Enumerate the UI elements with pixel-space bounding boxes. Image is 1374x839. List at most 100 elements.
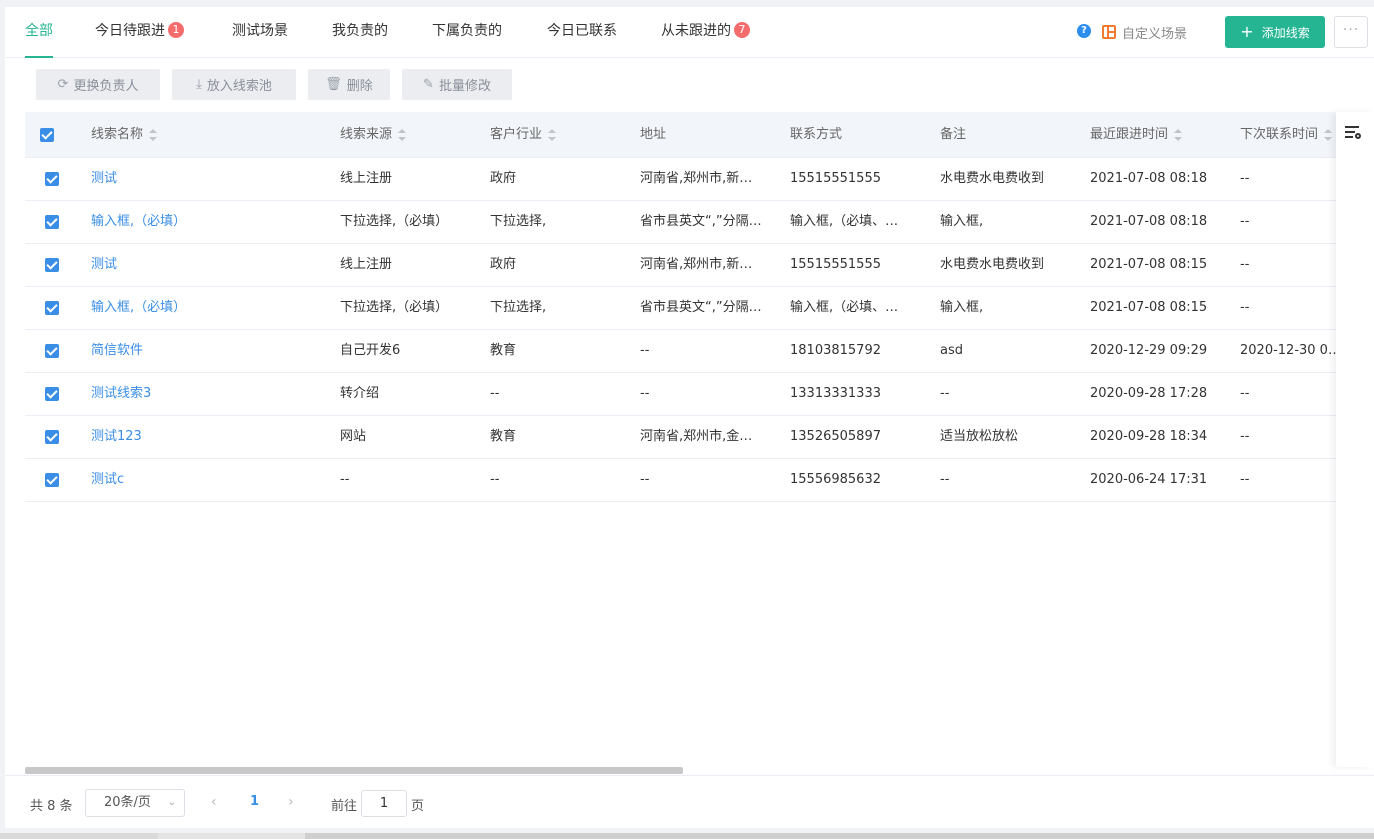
table-row[interactable]: 测试 线上注册 政府 河南省,郑州市,新… 15515551555 水电费水电费收到 202… xyxy=(25,158,1343,201)
custom-scene-button[interactable]: 自定义场景 xyxy=(1102,22,1187,42)
column-header-contact: 联系方式 xyxy=(790,127,843,142)
row-checkbox[interactable] xyxy=(45,430,59,444)
goto-page-input[interactable] xyxy=(361,790,407,817)
cell-name[interactable]: 测试 xyxy=(91,244,331,286)
help-icon[interactable]: ? xyxy=(1077,24,1091,38)
cell-remark: 水电费水电费收到 xyxy=(940,171,1045,186)
row-checkbox[interactable] xyxy=(45,473,59,487)
goto-suffix: 页 xyxy=(411,799,425,814)
tab-subordinate[interactable]: 下属负责的 xyxy=(432,7,502,58)
cell-name[interactable]: 测试c xyxy=(91,459,331,501)
tab-label: 全部 xyxy=(25,23,53,39)
cell-remark: asd xyxy=(940,343,963,358)
sort-icon[interactable] xyxy=(1324,128,1333,141)
column-header-next-contact[interactable]: 下次联系时间 xyxy=(1240,112,1343,158)
cell-remark: -- xyxy=(940,472,950,487)
table-header: 线索名称 线索来源 客户行业 地址 联系方式 备注 最近跟进时间 下次联系时间 xyxy=(25,112,1343,158)
tab-never-followed[interactable]: 从未跟进的 7 xyxy=(661,7,750,58)
plus-icon: + xyxy=(1240,22,1254,41)
sort-icon[interactable] xyxy=(1174,128,1183,141)
tab-all[interactable]: 全部 xyxy=(25,7,53,58)
cell-next-contact: -- xyxy=(1240,171,1250,186)
tab-contacted-today[interactable]: 今日已联系 xyxy=(547,7,617,58)
add-lead-button[interactable]: + 添加线索 xyxy=(1225,16,1325,48)
sort-icon[interactable] xyxy=(149,128,158,141)
column-settings-icon[interactable] xyxy=(1344,125,1362,141)
cell-source: 线上注册 xyxy=(340,257,393,272)
scrollbar-thumb[interactable] xyxy=(305,833,1374,839)
column-header-source[interactable]: 线索来源 xyxy=(340,112,480,158)
more-options-button[interactable]: ··· xyxy=(1334,16,1368,48)
row-checkbox[interactable] xyxy=(45,258,59,272)
page-number-1[interactable]: 1 xyxy=(250,794,259,809)
total-count: 共 8 条 xyxy=(30,799,73,814)
table-row[interactable]: 测试123 网站 教育 河南省,郑州市,金… 13526505897 适当放松放松 2020… xyxy=(25,416,1343,459)
column-header-last-followup[interactable]: 最近跟进时间 xyxy=(1090,112,1230,158)
window-scrollbar[interactable] xyxy=(0,833,1374,839)
table-row[interactable]: 输入框,（必填） 下拉选择,（必填） 下拉选择, 省市县英文“,”分隔… 输入框,（必填… xyxy=(25,287,1343,330)
row-checkbox[interactable] xyxy=(45,172,59,186)
column-header-industry[interactable]: 客户行业 xyxy=(490,112,630,158)
tab-underline xyxy=(25,56,53,58)
cell-source: 自己开发6 xyxy=(340,343,401,358)
chevron-down-icon: ⌄ xyxy=(167,797,176,808)
put-into-pool-label: 放入线索池 xyxy=(206,79,272,94)
cell-industry: 下拉选择, xyxy=(490,300,547,315)
cell-next-contact: -- xyxy=(1240,386,1250,401)
next-page-button[interactable]: › xyxy=(288,794,294,810)
cell-remark: 水电费水电费收到 xyxy=(940,257,1045,272)
cell-next-contact: -- xyxy=(1240,214,1250,229)
page-size-select[interactable]: 20条/页 ⌄ xyxy=(85,789,185,817)
tab-my-responsible[interactable]: 我负责的 xyxy=(332,7,388,58)
cell-last-followup: 2021-07-08 08:15 xyxy=(1090,257,1208,272)
page-size-value: 20条/页 xyxy=(104,795,151,810)
cell-name[interactable]: 测试线索3 xyxy=(91,373,331,415)
prev-page-button[interactable]: ‹ xyxy=(211,794,217,810)
add-lead-label: 添加线索 xyxy=(1261,25,1310,40)
select-all-checkbox[interactable] xyxy=(40,128,54,142)
table-row[interactable]: 测试 线上注册 政府 河南省,郑州市,新… 15515551555 水电费水电费收到 202… xyxy=(25,244,1343,287)
tab-label: 下属负责的 xyxy=(432,23,502,39)
table-row[interactable]: 简信软件 自己开发6 教育 -- 18103815792 asd 2020-12-29 09… xyxy=(25,330,1343,373)
delete-button[interactable]: 🗑 删除 xyxy=(308,69,390,100)
horizontal-scrollbar[interactable] xyxy=(25,767,683,774)
change-owner-label: 更换负责人 xyxy=(73,79,139,94)
cell-last-followup: 2020-09-28 17:28 xyxy=(1090,386,1208,401)
table-row[interactable]: 测试线索3 转介绍 -- -- 13313331333 -- 2020-09-28 17:2… xyxy=(25,373,1343,416)
cell-next-contact: -- xyxy=(1240,472,1250,487)
table-row[interactable]: 测试c -- -- -- 15556985632 -- 2020-06-24 17:31 -- xyxy=(25,459,1343,502)
custom-scene-label: 自定义场景 xyxy=(1122,26,1188,42)
cell-industry: -- xyxy=(490,386,500,401)
cell-industry: 下拉选择, xyxy=(490,214,547,229)
row-checkbox[interactable] xyxy=(45,344,59,358)
cell-name[interactable]: 测试 xyxy=(91,158,331,200)
cell-contact: 输入框,（必填、… xyxy=(790,214,899,229)
cell-address: 河南省,郑州市,新… xyxy=(640,171,753,186)
row-checkbox[interactable] xyxy=(45,215,59,229)
cell-name[interactable]: 输入框,（必填） xyxy=(91,201,331,243)
tab-badge: 7 xyxy=(734,22,750,38)
cell-last-followup: 2020-09-28 18:34 xyxy=(1090,429,1208,444)
batch-edit-button[interactable]: ✎ 批量修改 xyxy=(402,69,512,100)
row-checkbox[interactable] xyxy=(45,301,59,315)
tab-label: 我负责的 xyxy=(332,23,388,39)
cell-name[interactable]: 测试123 xyxy=(91,416,331,458)
sort-icon[interactable] xyxy=(548,128,557,141)
column-header-name[interactable]: 线索名称 xyxy=(91,112,331,158)
change-owner-button[interactable]: ⟳ 更换负责人 xyxy=(36,69,160,100)
scrollbar-track-segment xyxy=(0,833,158,839)
tab-label: 今日已联系 xyxy=(547,23,617,39)
cell-contact: 15556985632 xyxy=(790,472,881,487)
sort-icon[interactable] xyxy=(398,128,407,141)
tab-test-scene[interactable]: 测试场景 xyxy=(232,7,288,58)
cell-name[interactable]: 简信软件 xyxy=(91,330,331,372)
put-into-pool-button[interactable]: ⤓ 放入线索池 xyxy=(172,69,296,100)
tab-today-followup[interactable]: 今日待跟进 1 xyxy=(95,7,184,58)
download-icon: ⤓ xyxy=(196,77,202,92)
cell-name[interactable]: 输入框,（必填） xyxy=(91,287,331,329)
cell-last-followup: 2020-06-24 17:31 xyxy=(1090,472,1208,487)
cell-address: 省市县英文“,”分隔… xyxy=(640,214,762,229)
row-checkbox[interactable] xyxy=(45,387,59,401)
table-row[interactable]: 输入框,（必填） 下拉选择,（必填） 下拉选择, 省市县英文“,”分隔… 输入框,（必填… xyxy=(25,201,1343,244)
batch-edit-label: 批量修改 xyxy=(438,79,491,94)
